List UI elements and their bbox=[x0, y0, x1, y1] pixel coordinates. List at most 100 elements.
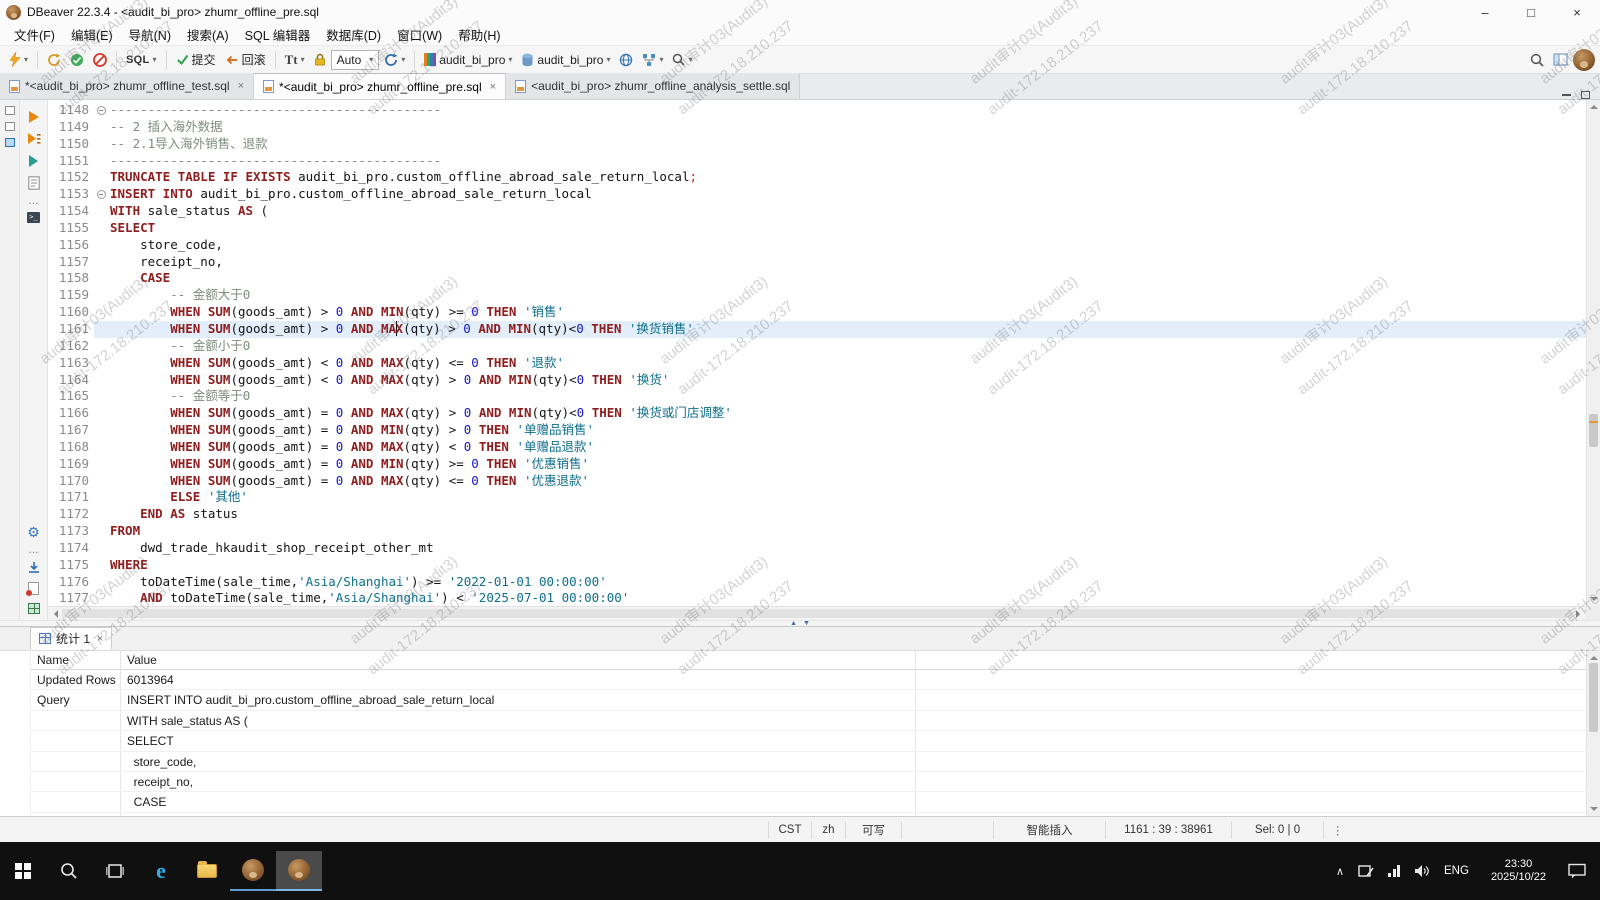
execute-new-tab-icon[interactable] bbox=[27, 154, 40, 168]
line-number[interactable]: 1168 bbox=[48, 439, 94, 456]
tab-statistics[interactable]: 统计 1 × bbox=[30, 627, 112, 650]
code-text[interactable]: receipt_no, bbox=[108, 254, 1586, 271]
disconnect-button[interactable] bbox=[89, 51, 111, 69]
quick-search-button[interactable]: ▾ bbox=[668, 51, 696, 68]
editor-vertical-scrollbar[interactable] bbox=[1586, 100, 1600, 606]
code-line[interactable]: 1176 toDateTime(sale_time,'Asia/Shanghai… bbox=[48, 574, 1586, 591]
fold-column[interactable] bbox=[94, 169, 108, 186]
line-number[interactable]: 1157 bbox=[48, 254, 94, 271]
code-line[interactable]: 1169 WHEN SUM(goods_amt) = 0 AND MIN(qty… bbox=[48, 456, 1586, 473]
fold-column[interactable] bbox=[94, 590, 108, 606]
line-number[interactable]: 1159 bbox=[48, 287, 94, 304]
line-number[interactable]: 1169 bbox=[48, 456, 94, 473]
code-text[interactable]: store_code, bbox=[108, 237, 1586, 254]
menu-item[interactable]: SQL 编辑器 bbox=[237, 25, 319, 44]
stats-name-cell[interactable] bbox=[31, 752, 121, 771]
code-line[interactable]: 1167 WHEN SUM(goods_amt) = 0 AND MIN(qty… bbox=[48, 422, 1586, 439]
scroll-down-icon[interactable] bbox=[1590, 807, 1598, 815]
connect-button[interactable] bbox=[66, 51, 88, 69]
line-number[interactable]: 1150 bbox=[48, 136, 94, 153]
gear-icon[interactable]: ⚙ bbox=[27, 525, 40, 539]
code-line[interactable]: 1165 -- 金额等于0 bbox=[48, 388, 1586, 405]
sql-menu-button[interactable]: SQL ▾ bbox=[122, 52, 161, 68]
maximize-button[interactable]: □ bbox=[1508, 0, 1554, 24]
fold-column[interactable] bbox=[94, 186, 108, 203]
stats-value-cell[interactable]: SELECT bbox=[121, 731, 916, 750]
database-navigator-icon[interactable] bbox=[5, 138, 15, 147]
code-text[interactable]: -- 2.1导入海外销售、退款 bbox=[108, 136, 1586, 153]
code-line[interactable]: 1150 -- 2.1导入海外销售、退款 bbox=[48, 136, 1586, 153]
code-line[interactable]: 1157 receipt_no, bbox=[48, 254, 1586, 271]
line-number[interactable]: 1148 bbox=[48, 102, 94, 119]
fold-column[interactable] bbox=[94, 102, 108, 119]
code-text[interactable]: CASE bbox=[108, 270, 1586, 287]
code-line[interactable]: 1170 WHEN SUM(goods_amt) = 0 AND MAX(qty… bbox=[48, 473, 1586, 490]
fold-column[interactable] bbox=[94, 355, 108, 372]
fold-column[interactable] bbox=[94, 439, 108, 456]
column-header-name[interactable]: Name bbox=[31, 651, 121, 669]
execute-statement-icon[interactable] bbox=[27, 110, 40, 124]
code-line[interactable]: 1149-- 2 插入海外数据 bbox=[48, 119, 1586, 136]
line-number[interactable]: 1155 bbox=[48, 220, 94, 237]
stats-value-cell[interactable]: WITH sale_status AS ( bbox=[121, 711, 916, 730]
tab-close-icon[interactable]: × bbox=[490, 81, 496, 93]
code-line[interactable]: 1151------------------------------------… bbox=[48, 153, 1586, 170]
fold-column[interactable] bbox=[94, 321, 108, 338]
status-overflow-icon[interactable]: ⋮ bbox=[1324, 823, 1352, 837]
fold-column[interactable] bbox=[94, 136, 108, 153]
stats-value-cell[interactable]: INSERT INTO audit_bi_pro.custom_offline_… bbox=[121, 690, 916, 709]
stats-name-cell[interactable] bbox=[31, 711, 121, 730]
code-line[interactable]: 1160 WHEN SUM(goods_amt) > 0 AND MIN(qty… bbox=[48, 304, 1586, 321]
stats-row[interactable]: Updated Rows6013964 bbox=[31, 670, 1586, 690]
fold-column[interactable] bbox=[94, 456, 108, 473]
line-number[interactable]: 1177 bbox=[48, 590, 94, 606]
fold-column[interactable] bbox=[94, 287, 108, 304]
more-actions-icon[interactable]: … bbox=[28, 198, 39, 204]
code-line[interactable]: 1173FROM bbox=[48, 523, 1586, 540]
code-text[interactable]: -- 金额等于0 bbox=[108, 388, 1586, 405]
start-button[interactable] bbox=[0, 851, 46, 891]
fold-column[interactable] bbox=[94, 388, 108, 405]
panel-minimize-icon[interactable] bbox=[1562, 94, 1571, 96]
lock-button[interactable] bbox=[310, 51, 330, 68]
line-number[interactable]: 1161 bbox=[48, 321, 94, 338]
stats-value-cell[interactable]: store_code, bbox=[121, 752, 916, 771]
code-line[interactable]: 1161 WHEN SUM(goods_amt) > 0 AND MAX(qty… bbox=[48, 321, 1586, 338]
code-line[interactable]: 1163 WHEN SUM(goods_amt) < 0 AND MAX(qty… bbox=[48, 355, 1586, 372]
editor-tab[interactable]: *<audit_bi_pro> zhumr_offline_pre.sql× bbox=[254, 73, 506, 99]
network-button[interactable] bbox=[1381, 851, 1407, 891]
line-number[interactable]: 1158 bbox=[48, 270, 94, 287]
stats-value-cell[interactable]: CASE bbox=[121, 792, 916, 811]
open-console-icon[interactable]: >_ bbox=[27, 212, 40, 223]
scroll-up-icon[interactable] bbox=[1590, 652, 1598, 660]
tray-expand-button[interactable]: ∧ bbox=[1329, 851, 1351, 891]
line-number[interactable]: 1160 bbox=[48, 304, 94, 321]
code-text[interactable]: ----------------------------------------… bbox=[108, 102, 1586, 119]
more-settings-icon[interactable]: … bbox=[28, 547, 39, 553]
database-selector[interactable]: audit_bi_pro ▾ bbox=[517, 51, 614, 69]
fold-column[interactable] bbox=[94, 372, 108, 389]
status-caret-position[interactable]: 1161 : 39 : 38961 bbox=[1106, 821, 1232, 839]
stats-value-cell[interactable]: 6013964 bbox=[121, 670, 916, 689]
scroll-up-icon[interactable] bbox=[1590, 101, 1598, 109]
results-vertical-scrollbar[interactable] bbox=[1586, 651, 1600, 816]
stats-name-cell[interactable] bbox=[31, 731, 121, 750]
status-selection[interactable]: Sel: 0 | 0 bbox=[1232, 821, 1324, 839]
line-number[interactable]: 1151 bbox=[48, 153, 94, 170]
fold-column[interactable] bbox=[94, 540, 108, 557]
fold-column[interactable] bbox=[94, 338, 108, 355]
code-line[interactable]: 1172 END AS status bbox=[48, 506, 1586, 523]
line-number[interactable]: 1165 bbox=[48, 388, 94, 405]
code-line[interactable]: 1175WHERE bbox=[48, 557, 1586, 574]
export-icon[interactable] bbox=[27, 561, 41, 574]
code-line[interactable]: 1162 -- 金额小于0 bbox=[48, 338, 1586, 355]
stats-row[interactable]: -- 金额大于0 bbox=[31, 813, 1586, 816]
web-button[interactable] bbox=[615, 51, 637, 69]
code-line[interactable]: 1171 ELSE '其他' bbox=[48, 489, 1586, 506]
fold-column[interactable] bbox=[94, 203, 108, 220]
scroll-left-icon[interactable] bbox=[50, 610, 58, 618]
value-formatting-button[interactable]: Tt ▾ bbox=[281, 50, 309, 70]
menu-item[interactable]: 搜索(A) bbox=[179, 25, 237, 44]
fold-column[interactable] bbox=[94, 119, 108, 136]
code-text[interactable]: WHEN SUM(goods_amt) < 0 AND MAX(qty) <= … bbox=[108, 355, 1586, 372]
